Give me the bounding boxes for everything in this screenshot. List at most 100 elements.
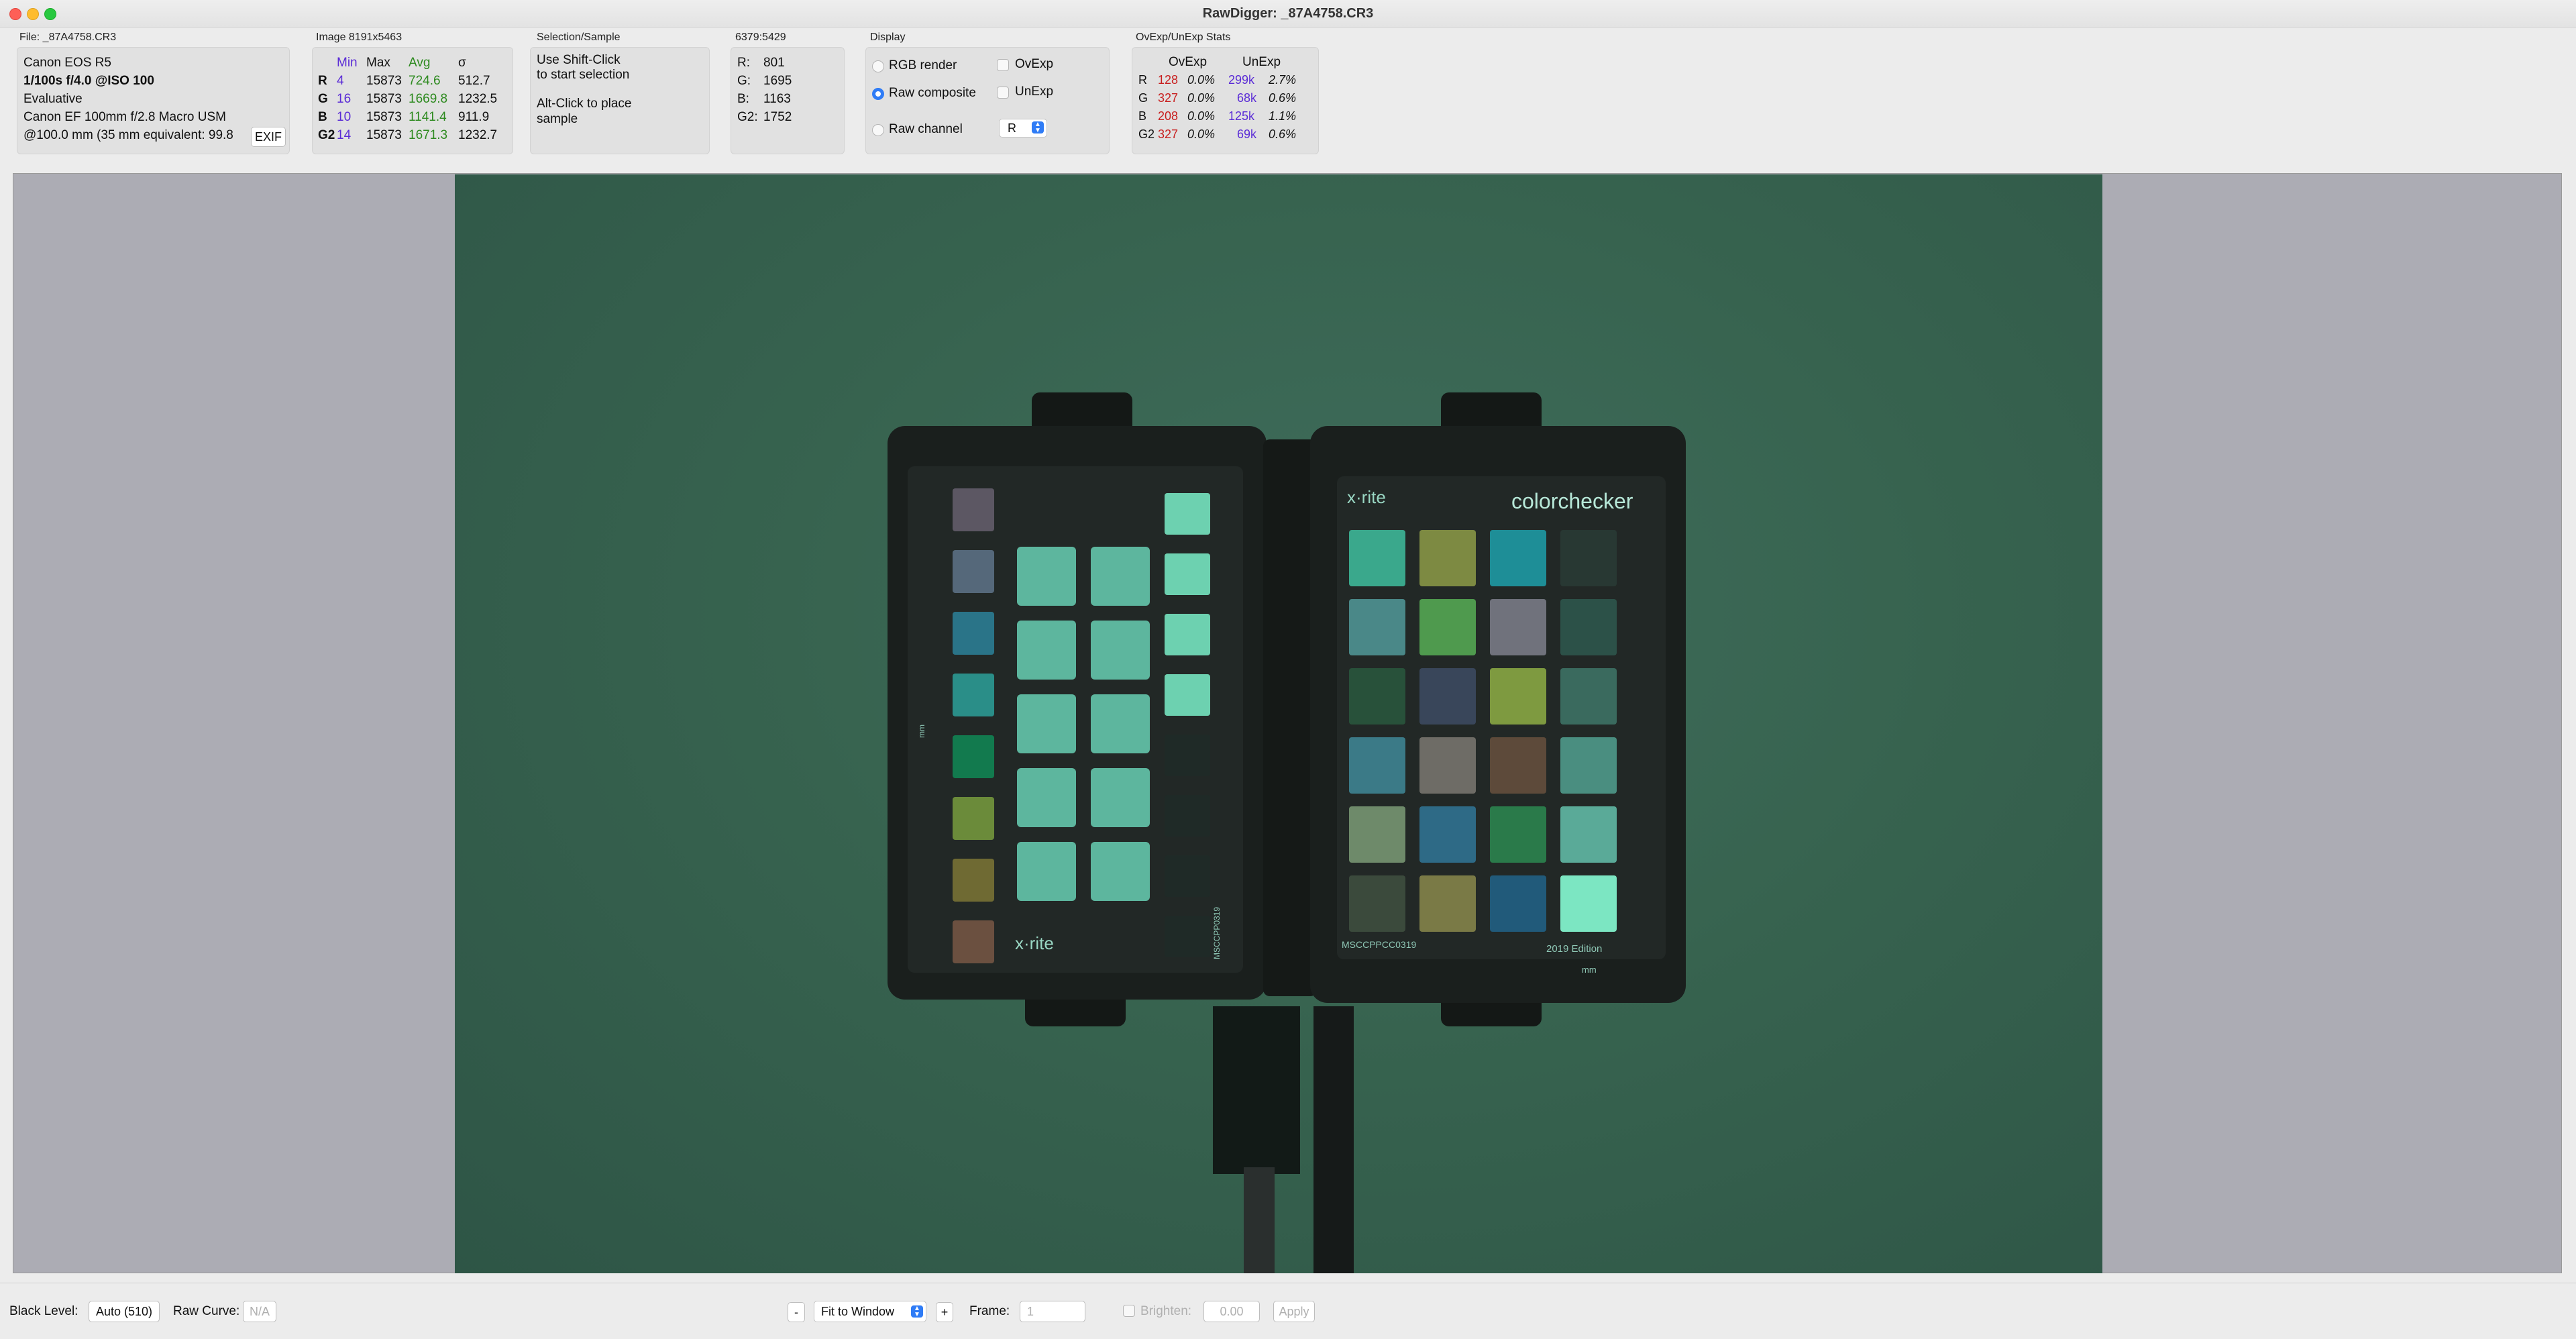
ovexp-percent: 0.0%: [1187, 91, 1216, 105]
unexp-checkbox[interactable]: [997, 87, 1009, 99]
pixel-value: 1695: [763, 74, 792, 88]
sample-hint-2: sample: [537, 112, 578, 126]
black-level-button[interactable]: Auto (510): [89, 1301, 160, 1322]
unexp-count: 68k: [1237, 91, 1257, 105]
header-avg: Avg: [409, 56, 431, 70]
raw-curve-label: Raw Curve:: [173, 1304, 240, 1318]
grey-tile: [1017, 547, 1076, 606]
ovexp-count: 128: [1158, 73, 1179, 87]
pixel-value: 801: [763, 56, 785, 70]
grey-tile: [1017, 621, 1076, 680]
raw-curve-button[interactable]: N/A: [243, 1301, 276, 1322]
color-swatch: [953, 797, 994, 840]
apply-button[interactable]: Apply: [1273, 1301, 1315, 1322]
image-panel-title: Image 8191x5463: [316, 32, 402, 43]
color-swatch: [1419, 668, 1476, 725]
zoom-select[interactable]: Fit to Window ▲ ▼: [814, 1301, 926, 1322]
row-channel: G2: [318, 128, 335, 142]
zoom-in-button[interactable]: +: [936, 1302, 953, 1322]
color-swatch: [953, 920, 994, 963]
ovexp-count: 208: [1158, 109, 1179, 123]
color-swatch: [1419, 530, 1476, 586]
row-min: 10: [337, 110, 352, 124]
selection-hint-1: Use Shift-Click: [537, 53, 621, 67]
row-sigma: 512.7: [458, 74, 490, 88]
colorchecker-photo: x·rite x·rite colorchecker MSCCPPCC0319 …: [888, 392, 1686, 1273]
brighten-stepper[interactable]: 0.00: [1203, 1301, 1260, 1322]
raw-composite-label: Raw composite: [889, 86, 976, 100]
row-sigma: 911.9: [458, 110, 490, 124]
frame-value: 1: [1027, 1305, 1034, 1318]
white-balance-tile: [1165, 916, 1210, 957]
grey-tile: [1091, 842, 1150, 901]
unexp-percent: 0.6%: [1269, 91, 1297, 105]
selection-hint-2: to start selection: [537, 68, 630, 82]
brighten-checkbox[interactable]: [1123, 1305, 1135, 1317]
pixel-label: G2:: [737, 110, 758, 124]
exif-button[interactable]: EXIF: [251, 127, 286, 147]
color-swatch: [1560, 875, 1617, 932]
stats-panel-title: OvExp/UnExp Stats: [1136, 32, 1231, 43]
ovexp-count: 327: [1158, 127, 1179, 141]
colorchecker-wordmark: colorchecker: [1511, 489, 1633, 513]
right-brand-text: x·rite: [1347, 487, 1386, 507]
unexp-count: 299k: [1228, 73, 1255, 87]
raw-channel-radio[interactable]: [872, 124, 884, 136]
grey-tile: [1091, 621, 1150, 680]
unexp-count: 69k: [1237, 127, 1257, 141]
pixel-value: 1163: [763, 92, 791, 106]
stats-channel: G2: [1138, 127, 1155, 141]
color-swatch: [1490, 875, 1546, 932]
color-swatch: [953, 550, 994, 593]
frame-stepper[interactable]: 1: [1020, 1301, 1085, 1322]
right-code-text: MSCCPPCC0319: [1342, 939, 1416, 950]
case-hinge: [1263, 439, 1317, 996]
rgb-render-radio[interactable]: [872, 60, 884, 72]
color-swatch: [1560, 737, 1617, 794]
stats-channel: G: [1138, 91, 1148, 105]
raw-composite-radio[interactable]: [872, 88, 884, 100]
pixel-label: G:: [737, 74, 751, 88]
row-channel: G: [318, 92, 328, 106]
color-swatch: [953, 735, 994, 778]
ovexp-percent: 0.0%: [1187, 109, 1216, 123]
ovexp-checkbox[interactable]: [997, 59, 1009, 71]
mm-text: mm: [1582, 965, 1597, 975]
row-avg: 1669.8: [409, 92, 448, 106]
pixel-value: 1752: [763, 110, 792, 124]
color-swatch: [1419, 599, 1476, 655]
left-code-text: MSCCPP0319: [1212, 907, 1222, 959]
display-panel-title: Display: [870, 32, 906, 43]
row-max: 15873: [366, 92, 402, 106]
ovexp-label: OvExp: [1015, 57, 1054, 71]
color-swatch: [1349, 599, 1405, 655]
grey-tile: [1017, 842, 1076, 901]
row-avg: 1671.3: [409, 128, 448, 142]
raw-image-canvas[interactable]: x·rite x·rite colorchecker MSCCPPCC0319 …: [455, 174, 2102, 1273]
color-swatch: [1349, 806, 1405, 863]
white-balance-tile: [1165, 855, 1210, 897]
color-swatch: [1560, 668, 1617, 725]
exposure-info: 1/100s f/4.0 @ISO 100: [23, 74, 154, 88]
left-brand-text: x·rite: [1015, 933, 1054, 953]
row-avg: 1141.4: [409, 110, 447, 124]
stats-channel: R: [1138, 73, 1147, 87]
row-max: 15873: [366, 128, 402, 142]
color-swatch: [1419, 737, 1476, 794]
chevron-updown-icon: ▲ ▼: [1032, 121, 1044, 134]
pixel-values-panel: R: 801 G: 1695 B: 1163 G2: 1752: [731, 47, 845, 154]
window-title: RawDigger: _87A4758.CR3: [1202, 6, 1374, 21]
raw-channel-select[interactable]: R ▲ ▼: [999, 119, 1047, 138]
ovexp-percent: 0.0%: [1187, 127, 1216, 141]
color-swatch: [1419, 875, 1476, 932]
selection-panel-title: Selection/Sample: [537, 32, 621, 43]
camera-model: Canon EOS R5: [23, 56, 111, 70]
raw-channel-label: Raw channel: [889, 122, 963, 136]
zoom-out-button[interactable]: -: [788, 1302, 805, 1322]
title-bar: RawDigger: _87A4758.CR3: [0, 0, 2576, 28]
header-ovexp: OvExp: [1169, 55, 1208, 69]
brighten-label: Brighten:: [1140, 1304, 1192, 1318]
lens-info: Canon EF 100mm f/2.8 Macro USM: [23, 110, 226, 124]
color-swatch: [1349, 530, 1405, 586]
unexp-percent: 0.6%: [1269, 127, 1297, 141]
